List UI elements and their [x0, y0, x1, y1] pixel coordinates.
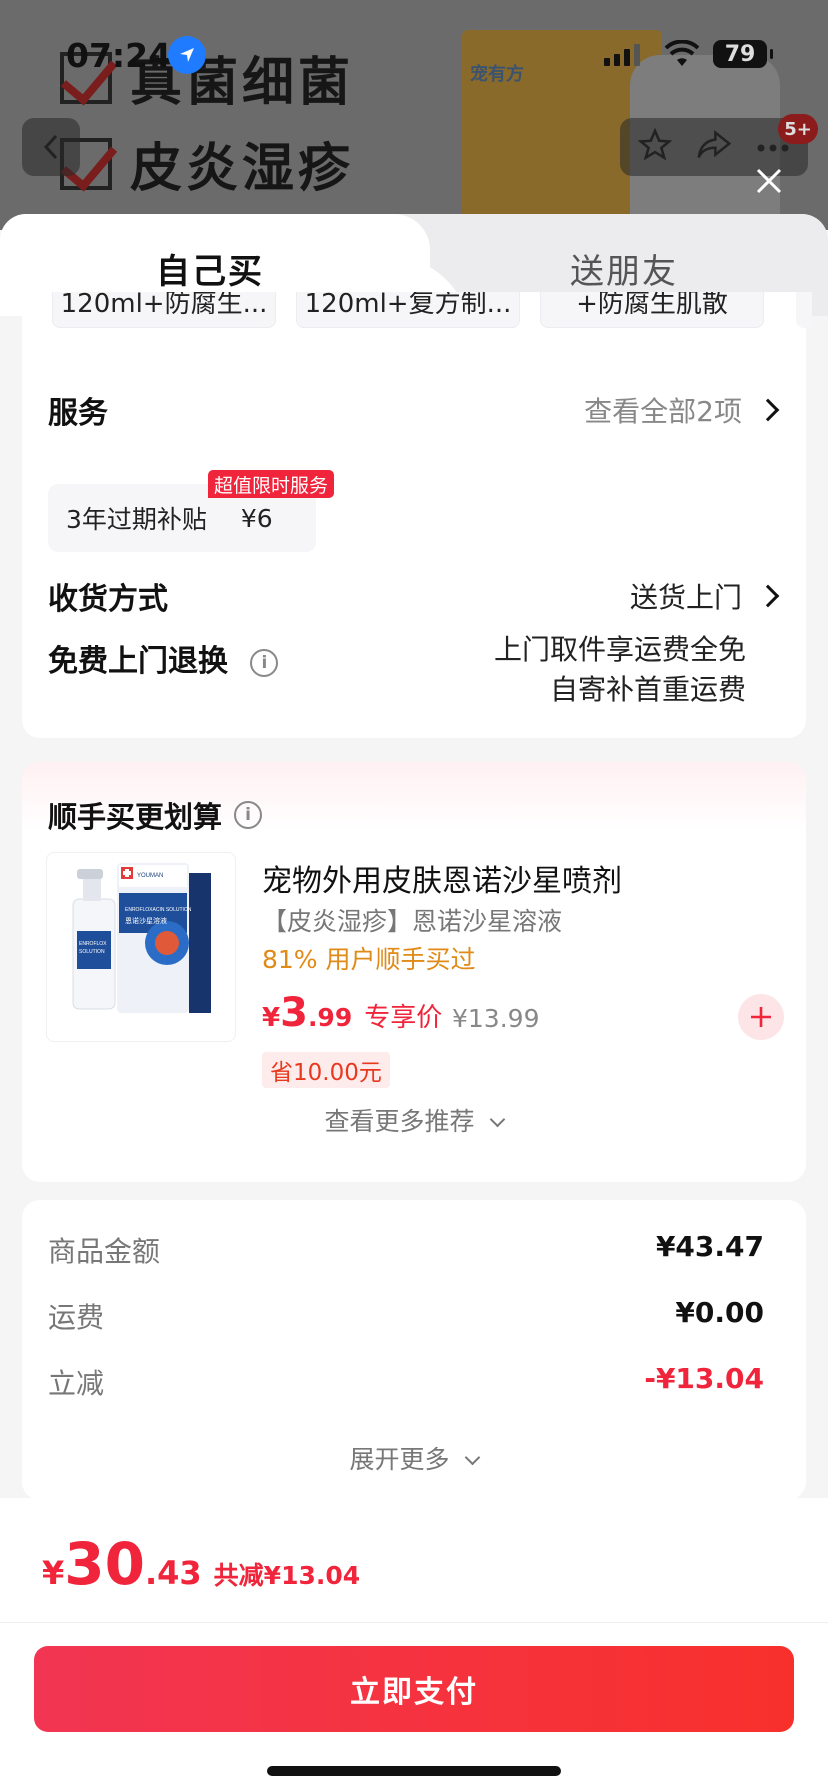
total-savings: 共减¥13.04 [213, 1561, 361, 1590]
svg-text:ENROFLOX: ENROFLOX [79, 941, 107, 947]
chevron-right-icon [756, 398, 780, 422]
pay-now-button[interactable]: 立即支付 [34, 1646, 794, 1732]
info-icon[interactable]: i [234, 801, 263, 829]
checkout-footer: ¥ 30 .43 共减¥13.04 立即支付 [0, 1498, 828, 1792]
add-to-order-button[interactable] [738, 994, 784, 1040]
wifi-icon [664, 39, 700, 72]
recommend-card: 顺手买更划算 i YOUMAN ENROFLOX SOLUTION ENROFL… [22, 762, 806, 1182]
price-currency: ¥ [262, 1003, 281, 1033]
cart-badge: 5+ [778, 114, 818, 144]
expand-more-text: 展开更多 [349, 1445, 450, 1474]
recommend-product-image[interactable]: YOUMAN ENROFLOX SOLUTION ENROFLOXACIN SO… [46, 852, 236, 1042]
amount-label: 立减 [48, 1367, 105, 1400]
battery-level: 79 [724, 41, 756, 67]
recommend-bought-pct: 81% 用户顺手买过 [262, 945, 476, 974]
recommend-product-subtitle: 【皮炎湿疹】恩诺沙星溶液 [262, 907, 563, 936]
more-recommendations-text: 查看更多推荐 [324, 1107, 475, 1136]
tab-self[interactable]: 自己买 [156, 244, 264, 293]
amount-value: -¥13.04 [644, 1362, 764, 1395]
spec-chip-1[interactable]: 120ml+防腐生... [52, 292, 276, 328]
service-chip-price: ¥6 [240, 503, 273, 533]
price-breakdown-card: 商品金额 ¥43.47 运费 ¥0.00 立减 -¥13.04 展开更多 [22, 1200, 806, 1500]
recommend-product-name[interactable]: 宠物外用皮肤恩诺沙星喷剂 [262, 856, 622, 900]
amount-row: 商品金额 ¥43.47 [48, 1230, 764, 1270]
info-icon[interactable]: i [250, 648, 279, 677]
amount-label: 商品金额 [48, 1235, 161, 1268]
chevron-right-icon [756, 584, 780, 608]
more-recommendations[interactable]: 查看更多推荐 [22, 1102, 806, 1138]
service-chip-name: 3年过期补贴 [66, 505, 207, 534]
free-return-label: 免费上门退换 i [48, 636, 279, 680]
checkout-sheet: 自己买 送朋友 120ml+防腐生... 120ml+复方制... +防腐生肌散… [0, 214, 828, 1792]
img-product-name: ENROFLOXACIN SOLUTION [125, 907, 192, 913]
banner-text-2: 皮炎湿疹 [130, 139, 355, 199]
amount-value: ¥43.47 [655, 1230, 764, 1263]
status-time: 07:24 [66, 36, 172, 75]
plus-icon [751, 1007, 771, 1027]
total-integer: 30 [64, 1530, 145, 1598]
amount-row: 立减 -¥13.04 [48, 1362, 764, 1402]
img-product-cn: 恩诺沙星溶液 [125, 916, 167, 925]
location-arrow-icon [168, 36, 206, 74]
spec-options: 120ml+防腐生... 120ml+复方制... +防腐生肌散 [52, 292, 812, 330]
service-label: 服务 [48, 396, 108, 431]
back-button[interactable] [22, 118, 80, 176]
recommend-price: ¥ 3 .99 专享价 [262, 990, 442, 1036]
chevron-down-icon [490, 1111, 506, 1128]
total-decimal: .43 [144, 1554, 202, 1592]
img-brand: YOUMAN [137, 873, 163, 879]
save-badge: 省10.00元 [262, 1052, 390, 1088]
tab-gift[interactable]: 送朋友 [570, 244, 678, 293]
delivery-label: 收货方式 [48, 582, 168, 617]
total-price: ¥ 30 .43 共减¥13.04 [42, 1530, 360, 1598]
product-box-brand: 宠有方 [470, 64, 524, 85]
battery-icon: 79 [713, 40, 773, 68]
service-view-all-text: 查看全部2项 [584, 395, 742, 428]
spec-chip-2[interactable]: 120ml+复方制... [296, 292, 520, 328]
spec-chip-overflow [796, 292, 812, 328]
price-integer: 3 [280, 990, 308, 1036]
close-icon[interactable] [752, 164, 786, 198]
share-icon[interactable] [696, 129, 732, 165]
free-return-details: 上门取件享运费全免 自寄补首重运费 [494, 630, 746, 710]
amount-row: 运费 ¥0.00 [48, 1296, 764, 1336]
home-indicator[interactable] [267, 1766, 561, 1776]
total-currency: ¥ [42, 1554, 65, 1592]
free-return-line-1: 上门取件享运费全免 [493, 633, 746, 666]
order-options-card: 120ml+防腐生... 120ml+复方制... +防腐生肌散 服务 查看全部… [22, 292, 812, 738]
spec-chip-3[interactable]: +防腐生肌散 [540, 292, 764, 328]
amount-value: ¥0.00 [675, 1296, 764, 1329]
original-price: ¥13.99 [452, 1004, 540, 1033]
star-icon[interactable] [637, 127, 673, 166]
free-return-line-2: 自寄补首重运费 [549, 673, 746, 706]
free-return-text: 免费上门退换 [48, 644, 228, 679]
cellular-signal-icon [604, 44, 640, 66]
exclusive-price-label: 专享价 [364, 1003, 443, 1033]
background-product-page: 宠有方 真菌细菌 皮炎湿疹 [0, 0, 828, 230]
service-view-all[interactable]: 查看全部2项 [584, 390, 780, 430]
delivery-value: 送货上门 [629, 581, 742, 614]
expand-more[interactable]: 展开更多 [22, 1440, 806, 1476]
footer-divider [0, 1622, 828, 1623]
svg-text:SOLUTION: SOLUTION [79, 949, 105, 955]
banner-line-2: 皮炎湿疹 [60, 126, 354, 201]
amount-label: 运费 [48, 1301, 105, 1334]
delivery-method[interactable]: 送货上门 [629, 576, 780, 616]
recommend-title-text: 顺手买更划算 [48, 800, 223, 834]
price-decimal: .99 [307, 1003, 353, 1032]
recommend-title: 顺手买更划算 i [48, 794, 263, 836]
service-promo-tag: 超值限时服务 [208, 470, 335, 498]
chevron-down-icon [465, 1449, 481, 1466]
